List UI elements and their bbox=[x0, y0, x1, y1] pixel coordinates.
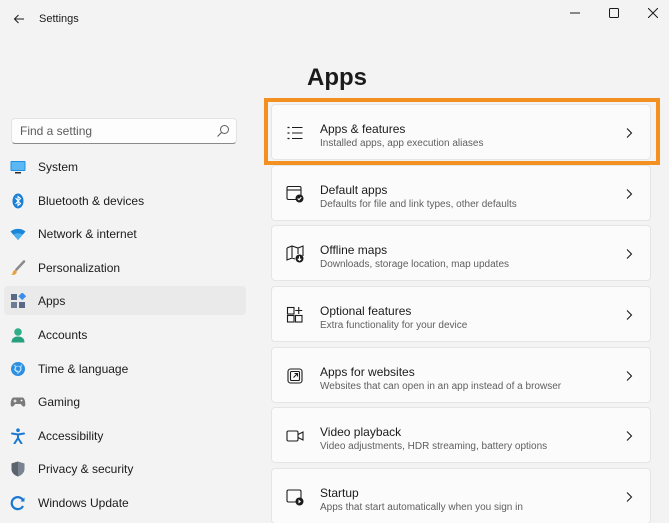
sidebar-item-personalization[interactable]: Personalization bbox=[4, 253, 246, 282]
account-icon bbox=[10, 327, 26, 343]
optional-features-icon bbox=[286, 307, 303, 323]
shield-icon bbox=[10, 461, 26, 477]
sidebar-item-label: Accessibility bbox=[38, 428, 104, 443]
settings-card-list: Apps & features Installed apps, app exec… bbox=[271, 104, 651, 523]
system-icon bbox=[10, 159, 26, 175]
sidebar-item-network[interactable]: Network & internet bbox=[4, 219, 246, 248]
video-icon bbox=[286, 430, 304, 442]
sidebar-item-windows-update[interactable]: Windows Update bbox=[4, 488, 246, 517]
card-title: Video playback bbox=[320, 425, 402, 440]
accessibility-icon bbox=[10, 428, 26, 444]
sidebar-item-accounts[interactable]: Accounts bbox=[4, 320, 246, 349]
chevron-right-icon bbox=[626, 249, 633, 260]
sidebar-item-apps[interactable]: Apps bbox=[4, 286, 246, 316]
sidebar-nav: System Bluetooth & devices Network & int… bbox=[4, 152, 246, 522]
search-input[interactable] bbox=[12, 119, 208, 143]
bluetooth-icon bbox=[10, 193, 26, 209]
card-subtitle: Apps that start automatically when you s… bbox=[320, 502, 523, 514]
card-subtitle: Video adjustments, HDR streaming, batter… bbox=[320, 441, 548, 453]
chevron-right-icon bbox=[626, 370, 633, 381]
sidebar-item-bluetooth[interactable]: Bluetooth & devices bbox=[4, 186, 246, 215]
apps-icon bbox=[10, 293, 26, 309]
chevron-right-icon bbox=[626, 431, 633, 442]
sidebar-item-accessibility[interactable]: Accessibility bbox=[4, 421, 246, 450]
search-box[interactable] bbox=[11, 118, 237, 144]
card-subtitle: Downloads, storage location, map updates bbox=[320, 259, 510, 271]
sidebar-item-label: Time & language bbox=[38, 361, 129, 376]
card-subtitle: Installed apps, app execution aliases bbox=[320, 138, 484, 149]
map-icon bbox=[286, 245, 304, 263]
network-icon bbox=[10, 226, 26, 242]
card-title: Default apps bbox=[320, 182, 388, 197]
card-title: Apps & features bbox=[320, 122, 406, 136]
sidebar-item-label: Windows Update bbox=[38, 495, 129, 510]
card-apps-features[interactable]: Apps & features Installed apps, app exec… bbox=[271, 104, 651, 160]
chevron-right-icon bbox=[626, 188, 633, 199]
globe-icon bbox=[10, 361, 26, 377]
card-default-apps[interactable]: Default apps Defaults for file and link … bbox=[271, 164, 651, 221]
chevron-right-icon bbox=[626, 128, 633, 138]
brush-icon bbox=[10, 260, 26, 276]
chevron-right-icon bbox=[626, 310, 633, 320]
close-button[interactable] bbox=[632, 0, 669, 26]
card-offline-maps[interactable]: Offline maps Downloads, storage location… bbox=[271, 225, 651, 282]
app-title: Settings bbox=[39, 13, 79, 25]
card-title: Apps for websites bbox=[320, 364, 415, 379]
maximize-button[interactable] bbox=[593, 0, 635, 26]
card-title: Offline maps bbox=[320, 243, 388, 258]
gamepad-icon bbox=[10, 394, 26, 410]
sidebar-item-system[interactable]: System bbox=[4, 152, 246, 181]
card-optional-features[interactable]: Optional features Extra functionality fo… bbox=[271, 286, 651, 343]
close-icon bbox=[648, 8, 658, 18]
sidebar-item-label: Gaming bbox=[38, 395, 81, 410]
sidebar-item-label: Personalization bbox=[38, 260, 121, 275]
sidebar-item-gaming[interactable]: Gaming bbox=[4, 387, 246, 416]
card-startup[interactable]: Startup Apps that start automatically wh… bbox=[271, 468, 651, 523]
sidebar-item-time-language[interactable]: Time & language bbox=[4, 354, 246, 383]
sidebar-item-label: System bbox=[38, 160, 79, 174]
card-video-playback[interactable]: Video playback Video adjustments, HDR st… bbox=[271, 407, 651, 464]
open-external-icon bbox=[287, 368, 303, 384]
sidebar-item-label: Apps bbox=[38, 294, 66, 309]
sidebar-item-label: Accounts bbox=[38, 327, 88, 342]
search-icon[interactable] bbox=[216, 124, 230, 138]
back-arrow-icon bbox=[13, 14, 24, 24]
sidebar-item-label: Network & internet bbox=[38, 227, 137, 242]
card-title: Startup bbox=[320, 486, 359, 501]
card-subtitle: Defaults for file and link types, other … bbox=[320, 198, 517, 210]
chevron-right-icon bbox=[626, 492, 633, 503]
page-title: Apps bbox=[307, 64, 367, 91]
list-icon bbox=[287, 126, 303, 140]
maximize-icon bbox=[609, 8, 619, 18]
card-subtitle: Websites that can open in an app instead… bbox=[320, 380, 562, 392]
card-subtitle: Extra functionality for your device bbox=[320, 320, 468, 332]
update-icon bbox=[10, 495, 26, 511]
sidebar-item-privacy-security[interactable]: Privacy & security bbox=[4, 454, 246, 483]
minimize-icon bbox=[570, 12, 580, 14]
minimize-button[interactable] bbox=[554, 0, 596, 26]
card-apps-for-websites[interactable]: Apps for websites Websites that can open… bbox=[271, 346, 651, 403]
back-button[interactable] bbox=[8, 8, 30, 30]
sidebar-item-label: Bluetooth & devices bbox=[38, 193, 145, 208]
title-bar: Settings bbox=[0, 0, 669, 38]
startup-icon bbox=[286, 489, 304, 506]
card-title: Optional features bbox=[320, 304, 412, 319]
sidebar-item-label: Privacy & security bbox=[38, 462, 134, 477]
default-apps-icon bbox=[286, 185, 304, 203]
